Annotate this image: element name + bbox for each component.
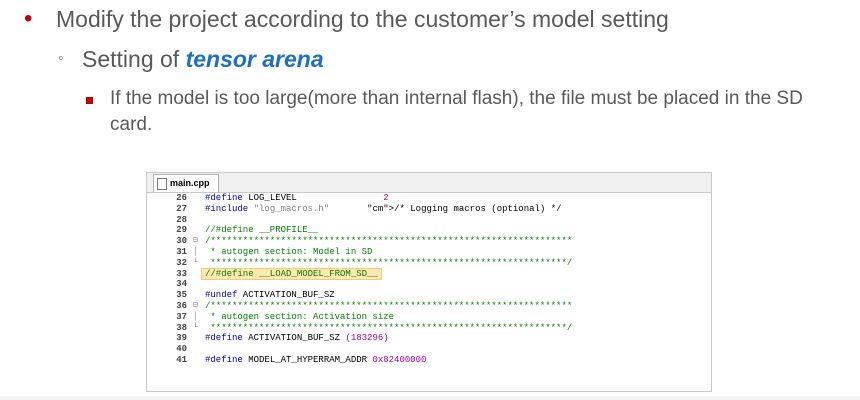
code-text: /***************************************… [205,301,573,311]
code-text: #undef ACTIVATION_BUF_SZ [205,290,335,301]
line-number: 41 [176,355,187,365]
code-text: //#define __PROFILE__ [205,225,319,236]
code-text: /***************************************… [205,236,573,247]
code-text: * autogen section: Activation size [205,311,395,322]
code-text: ****************************************… [205,322,573,333]
line-number: 36 [176,301,187,311]
fold-toggle-icon[interactable]: ⊟ [193,236,203,247]
highlighted-code-text: //#define __LOAD_MODEL_FROM_SD__ [201,267,382,280]
line-number: 40 [176,344,187,355]
line-number: 28 [176,214,187,225]
line-number: 30 [176,236,187,247]
line-number: 27 [176,203,187,214]
bullet2-text: Setting of tensor arena [82,44,324,74]
file-tab-label: main.cpp [170,178,210,188]
code-text: * autogen section: Model in SD [205,247,373,257]
code-editor-screenshot: main.cpp 26 #define LOG_LEVEL 2 27 #include… [146,172,712,392]
line-number: 39 [176,333,187,344]
line-number: 38 [176,322,187,333]
bullet2-emphasis: tensor arena [185,46,324,72]
bullet-level2: ◦ Setting of tensor arena [58,44,324,74]
fold-guide-icon: └ [193,257,198,267]
code-area: 26 #define LOG_LEVEL 2 27 #include "log_mac… [147,193,711,391]
code-text: ****************************************… [205,257,573,268]
fold-guide-icon: │ [193,311,198,321]
bullet3-text: If the model is too large(more than inte… [110,88,803,135]
editor-tab-bar: main.cpp [147,173,711,193]
fold-guide-icon: └ [193,322,198,332]
file-icon [157,178,167,190]
bullet-dot-icon: • [24,5,33,32]
code-text: #define LOG_LEVEL 2 [205,193,389,203]
line-number: 35 [176,290,187,301]
code-text: #define ACTIVATION_BUF_SZ (183296) [205,333,389,344]
line-number: 26 [176,193,187,203]
bullet-level3: If the model is too large(more than inte… [86,86,846,138]
code-text: #define MODEL_AT_HYPERRAM_ADDR 0x8240000… [205,355,427,365]
code-text: #include "log_macros.h" "cm">/* Logging … [205,203,562,214]
line-number: 31 [176,247,187,257]
line-number: 37 [176,311,187,322]
bullet-circle-icon: ◦ [58,50,64,67]
bullet2-prefix: Setting of [82,46,186,72]
line-number: 32 [176,257,187,268]
line-number: 34 [176,279,187,290]
line-number: 29 [176,225,187,236]
bullet-level1: • Modify the project according to the cu… [24,4,669,34]
fold-guide-icon: │ [193,247,198,256]
fold-toggle-icon[interactable]: ⊟ [193,301,203,312]
bullet1-text: Modify the project according to the cust… [56,6,669,32]
bullet-square-icon [86,86,110,112]
file-tab[interactable]: main.cpp [153,174,219,192]
slide-bottom-edge [0,396,860,400]
line-number: 33 [176,268,187,279]
